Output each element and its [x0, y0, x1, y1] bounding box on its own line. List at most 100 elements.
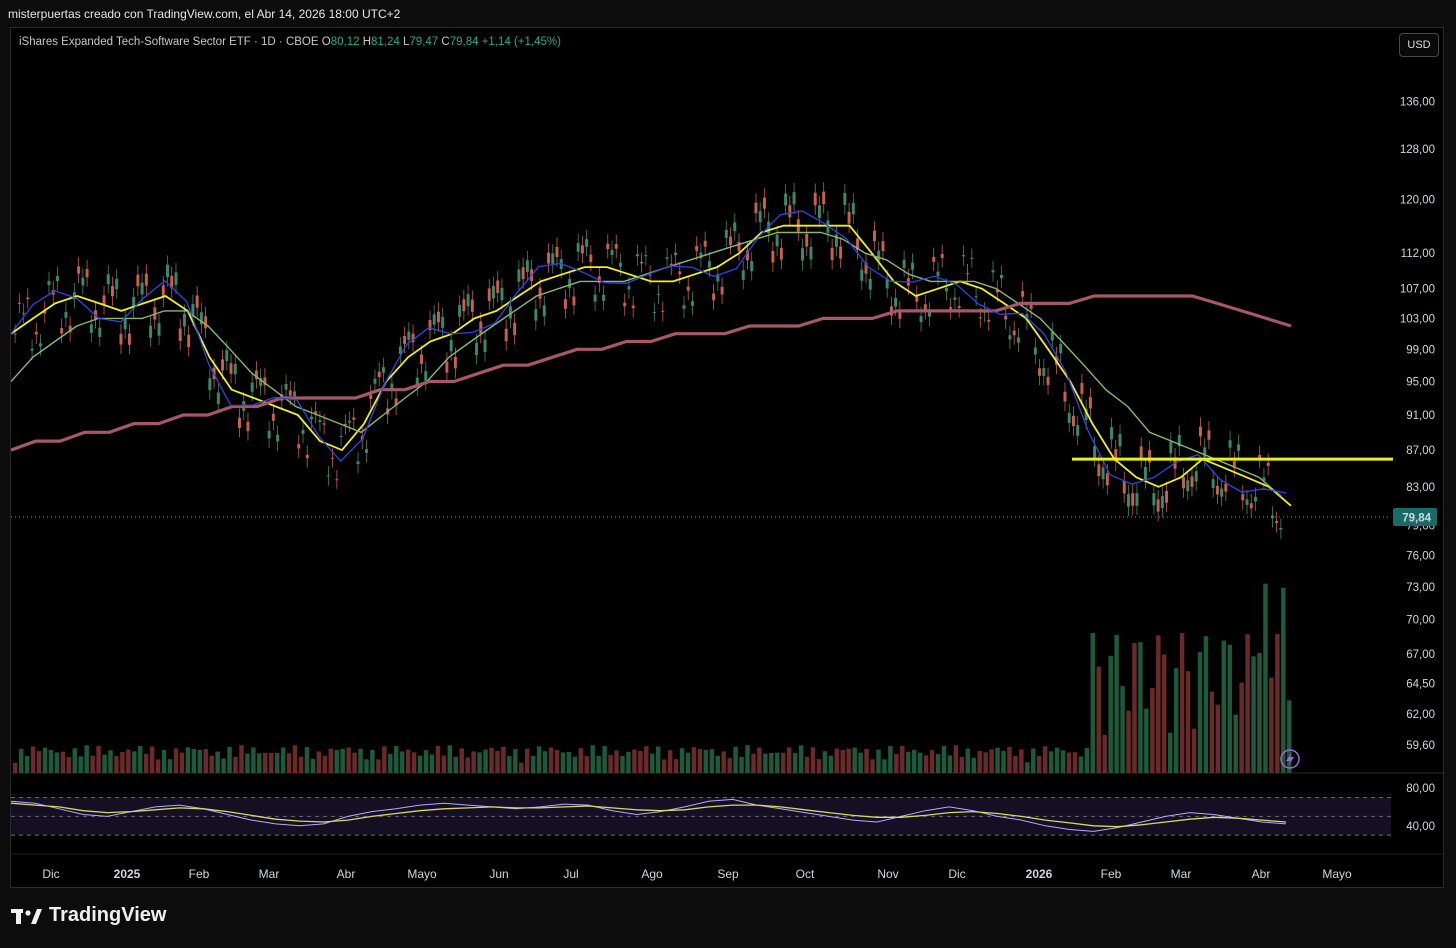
- volume-bar: [376, 759, 381, 773]
- volume-bar: [167, 759, 173, 773]
- candle-body: [754, 202, 758, 214]
- candle-body: [538, 287, 542, 299]
- candle-body: [631, 305, 635, 309]
- time-axis-tick: Mar: [259, 867, 280, 881]
- time-axis-tick: Dic: [948, 867, 965, 881]
- candle-body: [1249, 503, 1253, 509]
- candle-body: [843, 193, 847, 205]
- candle-body: [487, 288, 491, 301]
- volume-bar: [655, 746, 661, 773]
- volume-bar: [435, 745, 441, 773]
- candle-body: [441, 316, 445, 328]
- volume-bar: [346, 747, 351, 773]
- price-axis-tick: 128,00: [1400, 144, 1435, 156]
- candle-body: [517, 269, 521, 282]
- volume-bar: [322, 755, 328, 773]
- volume-bar: [614, 750, 619, 773]
- volume-bar: [459, 748, 464, 773]
- volume-bar: [840, 749, 845, 773]
- candle-body: [521, 267, 525, 280]
- volume-bar: [566, 751, 572, 773]
- volume-bar: [328, 748, 333, 773]
- volume-bar: [1132, 643, 1137, 773]
- volume-bar: [715, 755, 720, 773]
- volume-bar: [13, 763, 18, 773]
- chart-canvas[interactable]: 136,00 128,00 120,00 112,00 107,00 103,00 99,0…: [11, 28, 1445, 889]
- volume-bar: [739, 756, 744, 773]
- volume-bar: [78, 756, 83, 773]
- volume-bar: [775, 752, 780, 773]
- volume-bar: [417, 755, 423, 773]
- candle-body: [1207, 430, 1211, 440]
- high-key: H: [362, 36, 372, 48]
- candle-body: [851, 202, 855, 215]
- candle-body: [424, 371, 428, 381]
- candle-body: [1063, 391, 1067, 402]
- chart-caption: misterpuertas creado con TradingView.com…: [8, 7, 401, 21]
- candle-body: [466, 294, 470, 307]
- candle-body: [1059, 343, 1063, 354]
- volume-bar: [894, 753, 899, 773]
- volume-bar: [888, 746, 893, 773]
- volume-bar: [1245, 634, 1250, 773]
- candle-body: [1160, 496, 1164, 509]
- candle-body: [961, 255, 965, 257]
- volume-bar: [42, 747, 48, 773]
- volume-bar: [995, 747, 1000, 773]
- volume-bar: [679, 748, 685, 773]
- candle-body: [1143, 466, 1147, 480]
- candle-body: [547, 252, 550, 264]
- volume-bar: [1120, 686, 1125, 773]
- volume-bar: [316, 751, 322, 773]
- candle-body: [276, 434, 280, 442]
- candle-body: [932, 256, 936, 262]
- chart-frame[interactable]: 136,00 128,00 120,00 112,00 107,00 103,00 99,0…: [10, 27, 1445, 889]
- volume-bar: [745, 745, 750, 773]
- candle-body: [1220, 488, 1224, 497]
- candle-body: [1135, 493, 1139, 506]
- candle-body: [987, 319, 991, 322]
- time-axis-tick: Abr: [337, 867, 356, 881]
- candle-body: [284, 383, 288, 390]
- candle-body: [77, 266, 81, 274]
- volume-bar: [786, 747, 792, 773]
- candle-body: [563, 299, 567, 309]
- candle-body: [166, 264, 169, 278]
- volume-bar: [608, 754, 613, 773]
- currency-button[interactable]: USD: [1399, 33, 1439, 57]
- volume-bar: [429, 754, 435, 773]
- candle-body: [551, 253, 555, 264]
- volume-bar: [90, 755, 95, 773]
- candle-body: [771, 250, 775, 263]
- candle-body: [936, 271, 940, 276]
- volume-bar: [935, 754, 941, 773]
- candle-body: [420, 354, 423, 364]
- volume-bar: [769, 753, 774, 773]
- candle-body: [127, 333, 131, 345]
- volume-bar: [370, 749, 375, 773]
- candle-body: [479, 321, 483, 334]
- volume-bar: [489, 747, 494, 773]
- volume-bar: [1263, 583, 1268, 773]
- candle-body: [111, 286, 114, 297]
- candle-body: [758, 211, 762, 222]
- candle-body: [85, 269, 89, 278]
- volume-bar: [30, 746, 36, 773]
- price-axis-tick: 76,00: [1406, 550, 1435, 562]
- price-axis-tick: 70,00: [1406, 615, 1435, 627]
- candle-body: [1245, 499, 1249, 505]
- volume-bar: [941, 745, 947, 773]
- candle-body: [208, 378, 212, 391]
- volume-bar: [221, 758, 226, 773]
- candle-body: [822, 191, 826, 205]
- candle-body: [365, 449, 368, 453]
- volume-bar: [906, 751, 911, 773]
- candle-body: [1152, 493, 1156, 506]
- candle-body: [1275, 520, 1279, 524]
- volume-bar: [959, 756, 965, 773]
- candle-body: [1042, 368, 1046, 376]
- candle-body: [720, 286, 724, 295]
- volume-bar: [1287, 700, 1292, 773]
- volume-bar: [1084, 748, 1090, 773]
- candle-body: [115, 278, 119, 290]
